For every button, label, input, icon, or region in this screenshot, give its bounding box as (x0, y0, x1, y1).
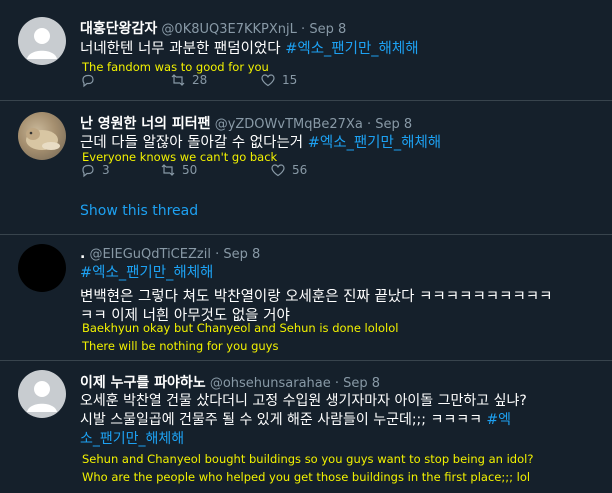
retweet-count: 28 (192, 73, 208, 87)
tweet-text-content: 너네한텐 너무 과분한 팬덤이었다 (80, 41, 286, 57)
tweet-3[interactable]: . @EIEGuQdTiCEZzil · Sep 8 #엑소_팬기만_해체해 변… (0, 234, 612, 360)
tweet-text-content: 근데 다들 알잖아 돌아갈 수 없다는거 (80, 135, 308, 151)
subtitle-caption-2: There will be nothing for you guys (82, 339, 279, 353)
tweet-text: 너네한텐 너무 과분한 팬덤이었다 #엑소_팬기만_해체해 (80, 40, 598, 59)
avatar[interactable] (18, 112, 66, 160)
heart-icon (271, 164, 285, 177)
hashtag-link[interactable]: #엑소_팬기만_해체해 (80, 264, 598, 283)
separator-dot: · (215, 247, 220, 262)
retweet-icon (161, 164, 175, 176)
avatar[interactable] (18, 244, 66, 292)
avatar[interactable] (18, 17, 66, 65)
retweet-button[interactable]: 28 (170, 72, 207, 88)
default-avatar-icon (27, 381, 57, 412)
subtitle-caption-2: Who are the people who helped you get th… (82, 470, 531, 484)
hashtag-link[interactable]: #엑 (486, 412, 511, 428)
user-handle[interactable]: @yZDOWvTMqBe27Xa (215, 117, 363, 132)
display-name[interactable]: 이제 누구를 파야하노 (80, 375, 206, 391)
tweet-text: 오세훈 박찬열 건물 샀다더니 고정 수입원 생기자마자 아이돌 그만하고 싶냐… (80, 392, 598, 449)
like-count: 15 (282, 73, 298, 87)
show-thread-link[interactable]: Show this thread (80, 203, 198, 219)
hashtag-link[interactable]: #엑소_팬기만_해체해 (285, 41, 418, 57)
tweet-2[interactable]: 난 영원한 너의 피터팬 @yZDOWvTMqBe27Xa · Sep 8 근데… (0, 100, 612, 234)
like-count: 56 (292, 163, 308, 177)
tweet-line-1: 변백현은 그렇다 쳐도 박찬열이랑 오세훈은 진짜 끝났다 ㅋㅋㅋㅋㅋㅋㅋㅋㅋㅋ (80, 289, 553, 305)
reply-icon (82, 74, 94, 88)
user-handle[interactable]: @EIEGuQdTiCEZzil (89, 247, 210, 262)
user-handle[interactable]: @ohsehunsarahae (210, 376, 331, 391)
reply-button[interactable]: 3 (80, 162, 110, 178)
reply-button[interactable] (80, 72, 96, 88)
default-avatar-icon (27, 28, 57, 59)
subtitle-caption-1: Sehun and Chanyeol bought buildings so y… (82, 452, 534, 466)
like-button[interactable]: 56 (270, 162, 307, 178)
avatar[interactable] (18, 370, 66, 418)
retweet-count: 50 (182, 163, 198, 177)
tweet-date[interactable]: Sep 8 (375, 117, 412, 132)
tweet-date[interactable]: Sep 8 (343, 376, 380, 391)
tweet-text: #엑소_팬기만_해체해 변백현은 그렇다 쳐도 박찬열이랑 오세훈은 진짜 끝났… (80, 264, 598, 326)
retweet-icon (171, 74, 185, 86)
heart-icon (261, 74, 275, 87)
tweet-header: 이제 누구를 파야하노 @ohsehunsarahae · Sep 8 (80, 372, 380, 392)
tweet-line-2: 시발 스물일곱에 건물주 될 수 있게 해준 사람들이 누군데;;; ㅋㅋㅋㅋ (80, 412, 487, 428)
separator-dot: · (301, 22, 306, 37)
like-button[interactable]: 15 (260, 72, 297, 88)
reply-count: 3 (102, 163, 110, 177)
tweet-1[interactable]: 대홍단왕감자 @0K8UQ3E7KKPXnjL · Sep 8 너네한텐 너무 … (0, 0, 612, 100)
display-name[interactable]: 대홍단왕감자 (80, 21, 157, 37)
separator-dot: · (366, 117, 372, 132)
tweet-header: 난 영원한 너의 피터팬 @yZDOWvTMqBe27Xa · Sep 8 (80, 113, 412, 133)
display-name[interactable]: . (80, 246, 85, 262)
dog-photo-icon (26, 128, 60, 150)
separator-dot: · (334, 376, 340, 391)
hashtag-link-continued[interactable]: 소_팬기만_해체해 (80, 430, 598, 449)
tweet-date[interactable]: Sep 8 (309, 22, 346, 37)
subtitle-caption-1: Baekhyun okay but Chanyeol and Sehun is … (82, 321, 399, 335)
tweet-header: 대홍단왕감자 @0K8UQ3E7KKPXnjL · Sep 8 (80, 18, 346, 38)
reply-icon (82, 164, 94, 178)
hashtag-link[interactable]: #엑소_팬기만_해체해 (308, 135, 441, 151)
tweet-header: . @EIEGuQdTiCEZzil · Sep 8 (80, 246, 260, 262)
tweet-date[interactable]: Sep 8 (223, 247, 260, 262)
tweet-line-1: 오세훈 박찬열 건물 샀다더니 고정 수입원 생기자마자 아이돌 그만하고 싶냐… (80, 393, 527, 409)
tweet-4[interactable]: 이제 누구를 파야하노 @ohsehunsarahae · Sep 8 오세훈 … (0, 360, 612, 493)
retweet-button[interactable]: 50 (160, 162, 197, 178)
user-handle[interactable]: @0K8UQ3E7KKPXnjL (161, 22, 296, 37)
display-name[interactable]: 난 영원한 너의 피터팬 (80, 116, 211, 132)
